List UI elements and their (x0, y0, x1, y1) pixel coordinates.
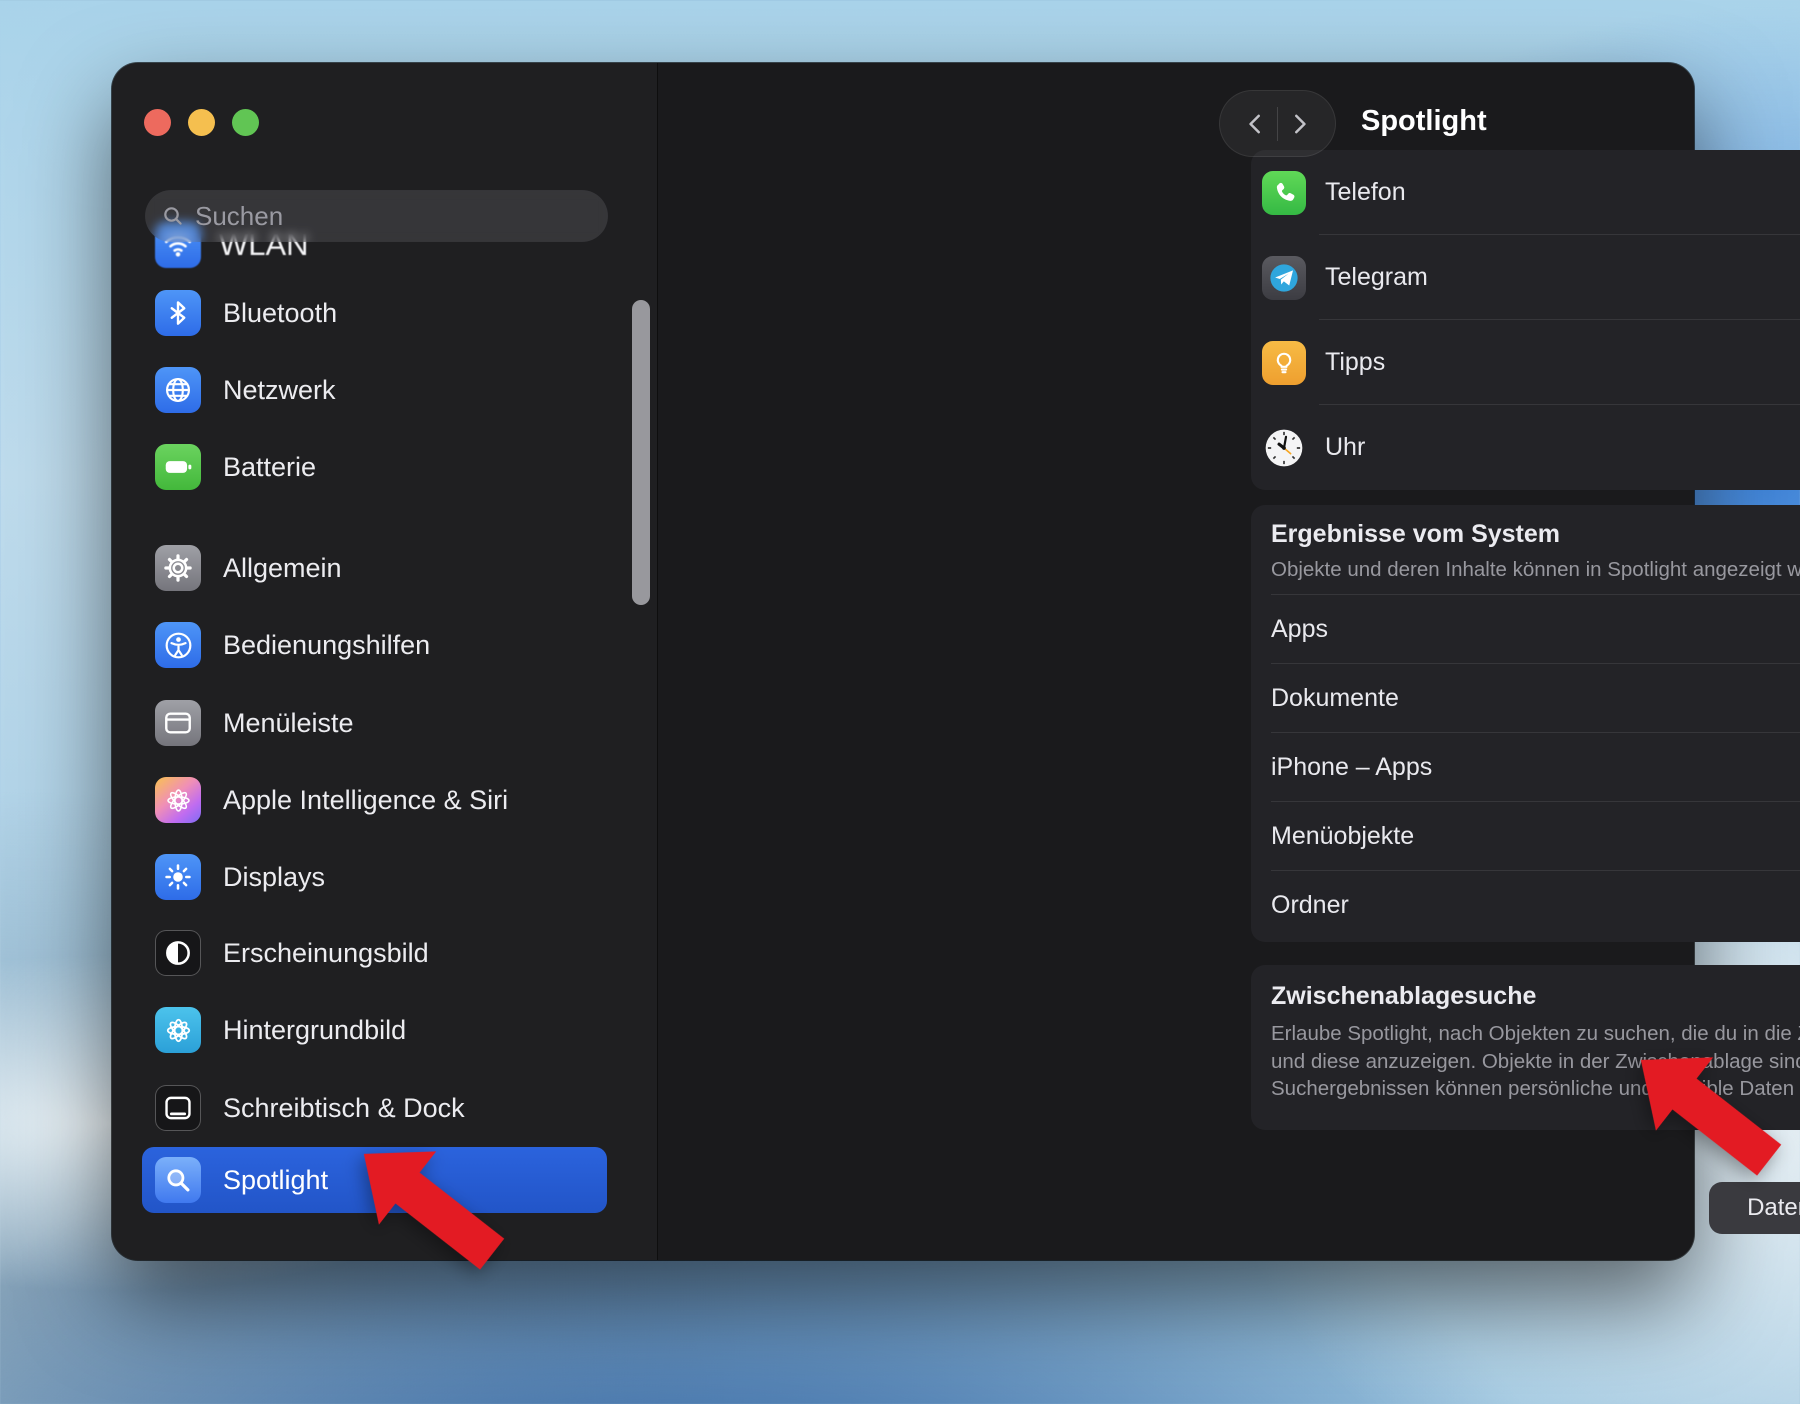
system-results-group: Ergebnisse vom System Objekte und deren … (1251, 505, 1800, 942)
row-dokumente: Dokumente i (1251, 664, 1800, 733)
page-title: Spotlight (1361, 105, 1487, 138)
sidebar: WLAN Suchen Bluetooth Netzwerk (112, 63, 658, 1260)
tips-bulb-app-icon (1262, 341, 1306, 385)
app-toggle-group: Telefon Telegram (1251, 150, 1800, 490)
row-apps: Apps (1251, 595, 1800, 664)
nav-divider (1277, 107, 1278, 141)
sidebar-item-schreibtisch-dock[interactable]: Schreibtisch & Dock (142, 1076, 607, 1140)
sidebar-item-label: Spotlight (223, 1165, 328, 1196)
minimize-button[interactable] (188, 109, 215, 136)
menubar-icon (155, 700, 201, 746)
nav-back-forward (1219, 90, 1336, 157)
sidebar-item-label: Menüleiste (223, 708, 354, 739)
sidebar-item-erscheinungsbild[interactable]: Erscheinungsbild (142, 921, 607, 985)
forward-chevron-icon[interactable] (1286, 111, 1312, 137)
section-heading: Ergebnisse vom System (1271, 520, 1800, 549)
row-label: Dokumente (1271, 684, 1399, 713)
sidebar-item-label: Bedienungshilfen (223, 630, 430, 661)
section-description: Objekte und deren Inhalte können in Spot… (1271, 556, 1800, 583)
sidebar-item-label: Netzwerk (223, 375, 336, 406)
row-label: Tipps (1325, 348, 1385, 377)
row-menueobjekte: Menüobjekte (1251, 802, 1800, 871)
siri-flower-icon (155, 777, 201, 823)
telegram-app-icon (1262, 256, 1306, 300)
close-button[interactable] (144, 109, 171, 136)
clock-app-icon (1262, 426, 1306, 470)
battery-icon (155, 444, 201, 490)
sidebar-item-label: Apple Intelligence & Siri (223, 785, 508, 816)
row-label: Ordner (1271, 891, 1349, 920)
phone-app-icon (1262, 171, 1306, 215)
wallpaper-flower-icon (155, 1007, 201, 1053)
row-label: Uhr (1325, 433, 1365, 462)
sidebar-item-label: Bluetooth (223, 298, 337, 329)
row-telegram: Telegram (1251, 235, 1800, 320)
sidebar-item-label: Erscheinungsbild (223, 938, 429, 969)
sidebar-item-label: Allgemein (223, 553, 342, 584)
row-label: Apps (1271, 615, 1328, 644)
row-tipps: Tipps (1251, 320, 1800, 405)
sidebar-item-hintergrundbild[interactable]: Hintergrundbild (142, 998, 607, 1062)
search-input[interactable]: Suchen (145, 190, 608, 242)
accessibility-icon (155, 622, 201, 668)
row-label: Menüobjekte (1271, 822, 1414, 851)
row-label: iPhone – Apps (1271, 753, 1432, 782)
system-settings-window: WLAN Suchen Bluetooth Netzwerk (112, 63, 1694, 1260)
contrast-icon (155, 930, 201, 976)
sidebar-item-bluetooth[interactable]: Bluetooth (142, 281, 607, 345)
sidebar-item-label: Schreibtisch & Dock (223, 1093, 465, 1124)
gear-icon (155, 545, 201, 591)
sidebar-item-apple-intelligence-siri[interactable]: Apple Intelligence & Siri (142, 768, 607, 832)
sidebar-item-batterie[interactable]: Batterie (142, 435, 607, 499)
row-uhr: Uhr (1251, 405, 1800, 490)
system-results-header: Ergebnisse vom System Objekte und deren … (1251, 505, 1800, 595)
desktop-dock-icon (155, 1085, 201, 1131)
sidebar-item-menueleiste[interactable]: Menüleiste (142, 691, 607, 755)
back-chevron-icon[interactable] (1243, 111, 1269, 137)
sidebar-item-allgemein[interactable]: Allgemein (142, 536, 607, 600)
sun-icon (155, 854, 201, 900)
magnifier-icon (155, 1157, 201, 1203)
zoom-button[interactable] (232, 109, 259, 136)
sidebar-item-label: Batterie (223, 452, 316, 483)
sidebar-item-label: Displays (223, 862, 325, 893)
row-label: Telefon (1325, 178, 1406, 207)
sidebar-scrollbar[interactable] (632, 300, 650, 605)
desktop: { "window": { "app": "Systemeinstellunge… (0, 0, 1800, 1404)
row-label: Telegram (1325, 263, 1428, 292)
sidebar-item-label: Hintergrundbild (223, 1015, 406, 1046)
search-placeholder: Suchen (195, 201, 283, 232)
sidebar-item-displays[interactable]: Displays (142, 845, 607, 909)
sidebar-item-bedienungshilfen[interactable]: Bedienungshilfen (142, 613, 607, 677)
section-heading: Zwischenablagesuche (1271, 982, 1800, 1011)
sidebar-item-netzwerk[interactable]: Netzwerk (142, 358, 607, 422)
bluetooth-icon (155, 290, 201, 336)
content-pane: Spotlight Telefon (658, 63, 1694, 1260)
search-icon (161, 204, 185, 228)
row-telefon: Telefon (1251, 150, 1800, 235)
row-ordner: Ordner (1251, 871, 1800, 940)
globe-icon (155, 367, 201, 413)
row-iphone-apps: iPhone – Apps (1251, 733, 1800, 802)
